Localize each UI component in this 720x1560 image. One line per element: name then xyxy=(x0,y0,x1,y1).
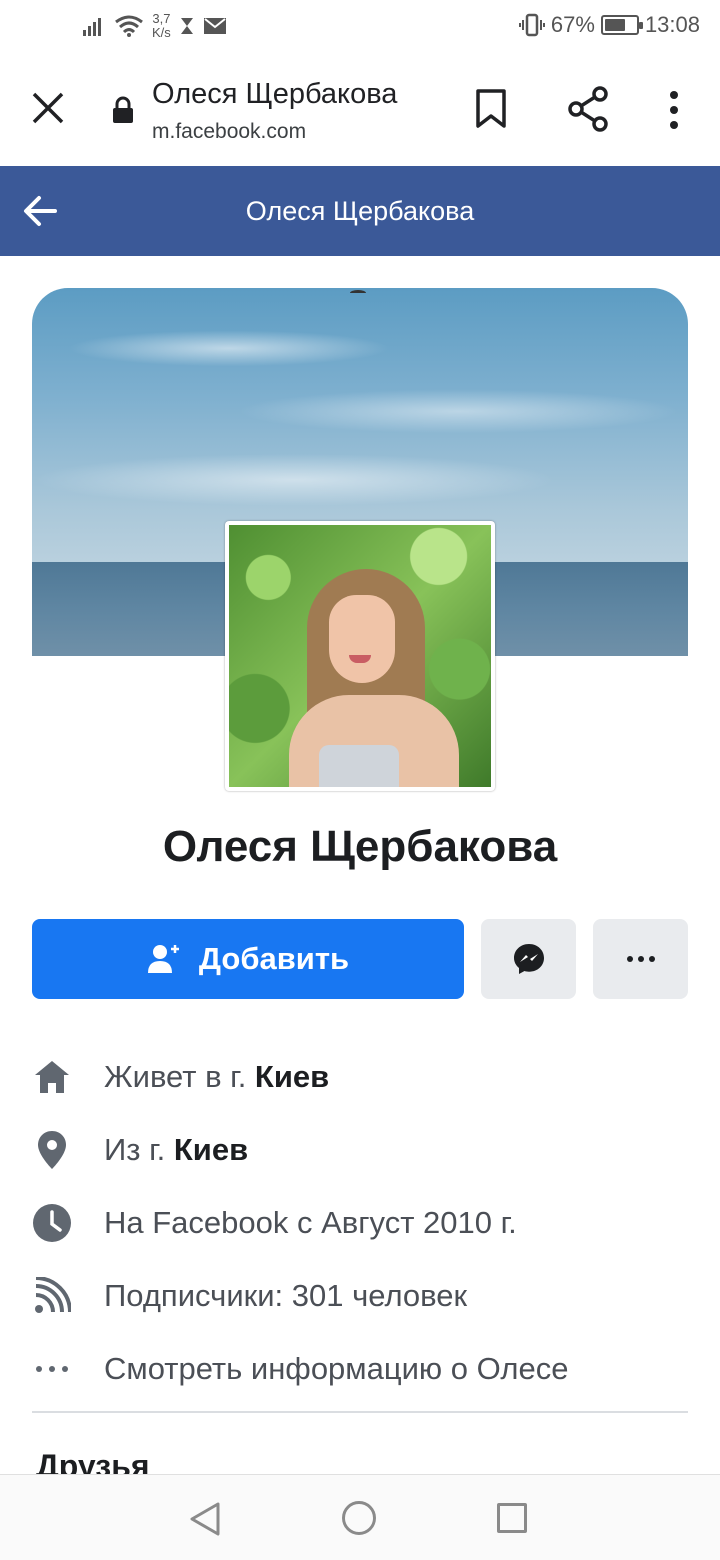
overflow-menu-icon[interactable] xyxy=(664,90,684,130)
messenger-button[interactable] xyxy=(481,919,576,999)
battery-icon xyxy=(600,15,643,35)
page-title: Олеся Щербакова xyxy=(152,78,398,110)
close-icon[interactable] xyxy=(30,90,66,126)
clock: 13:08 xyxy=(644,12,700,37)
network-speed-value: 3,7 xyxy=(152,11,171,26)
info-joined-text: На Facebook с Август 2010 г. xyxy=(104,1204,517,1240)
clock-icon-wrap xyxy=(32,1203,72,1243)
info-followers[interactable]: Подписчики: 301 человек xyxy=(32,1259,688,1332)
photo-top xyxy=(319,745,399,787)
status-left: 3,7 K/s xyxy=(82,12,227,40)
info-lives-in: Живет в г. Киев xyxy=(32,1040,688,1113)
ellipsis-icon-wrap xyxy=(32,1349,72,1389)
lives-city[interactable]: Киев xyxy=(255,1059,329,1094)
lives-prefix: Живет в г. xyxy=(104,1058,255,1094)
url-text[interactable]: m.facebook.com xyxy=(152,120,306,144)
mail-icon xyxy=(203,18,226,34)
nav-recents-icon[interactable] xyxy=(497,1503,527,1533)
battery-percent: 67% xyxy=(550,12,595,37)
profile-name: Олеся Щербакова xyxy=(162,822,558,871)
from-prefix: Из г. xyxy=(104,1131,174,1167)
more-dots-icon xyxy=(626,956,655,962)
signal-icon xyxy=(83,18,101,36)
status-right: 67% 13:08 xyxy=(518,12,700,38)
info-see-more-text: Смотреть информацию о Олесе xyxy=(104,1350,569,1386)
lock-icon xyxy=(113,96,133,123)
intro-info-list: Живет в г. Киев Из г. Киев На Facebook с… xyxy=(32,1040,688,1405)
info-see-more[interactable]: Смотреть информацию о Олесе xyxy=(32,1332,688,1405)
nav-back-icon[interactable] xyxy=(188,1501,222,1537)
ellipsis-icon xyxy=(36,1365,68,1372)
messenger-icon xyxy=(513,944,544,974)
followers-rss-icon xyxy=(35,1276,71,1313)
location-icon-wrap xyxy=(32,1130,72,1170)
home-icon-wrap xyxy=(32,1057,72,1097)
info-from-text: Из г. Киев xyxy=(104,1132,248,1168)
clock-icon xyxy=(33,1203,71,1242)
info-followers-text: Подписчики: 301 человек xyxy=(104,1277,468,1313)
battery-level xyxy=(604,19,626,31)
location-pin-icon xyxy=(38,1130,66,1169)
add-friend-label: Добавить xyxy=(198,941,350,976)
info-from: Из г. Киев xyxy=(32,1113,688,1186)
network-speed-unit: K/s xyxy=(152,25,171,40)
photo-face xyxy=(329,595,395,683)
add-friend-icon xyxy=(147,945,179,973)
network-speed: 3,7 K/s xyxy=(152,12,171,40)
profile-photo xyxy=(229,525,491,787)
browser-toolbar: Олеся Щербакова m.facebook.com xyxy=(0,56,720,166)
from-city[interactable]: Киев xyxy=(174,1132,248,1167)
bird-shape xyxy=(350,290,366,296)
header-title: Олеся Щербакова xyxy=(245,196,475,226)
section-divider xyxy=(32,1411,688,1413)
status-bar: 3,7 K/s 67% 13:08 xyxy=(0,0,720,56)
add-friend-button[interactable]: Добавить xyxy=(32,919,464,999)
share-icon[interactable] xyxy=(566,86,610,132)
vibrate-icon xyxy=(518,13,545,37)
profile-picture[interactable] xyxy=(225,521,495,791)
info-joined: На Facebook с Август 2010 г. xyxy=(32,1186,688,1259)
system-navigation-bar xyxy=(0,1474,720,1560)
info-lives-in-text: Живет в г. Киев xyxy=(104,1059,329,1095)
more-options-button[interactable] xyxy=(593,919,688,999)
rss-icon-wrap xyxy=(32,1276,72,1316)
home-icon xyxy=(35,1060,69,1093)
facebook-header: Олеся Щербакова xyxy=(0,166,720,256)
bookmark-icon[interactable] xyxy=(474,88,508,130)
hourglass-icon xyxy=(180,18,193,34)
wifi-icon xyxy=(115,15,143,37)
nav-home-icon[interactable] xyxy=(342,1501,376,1535)
